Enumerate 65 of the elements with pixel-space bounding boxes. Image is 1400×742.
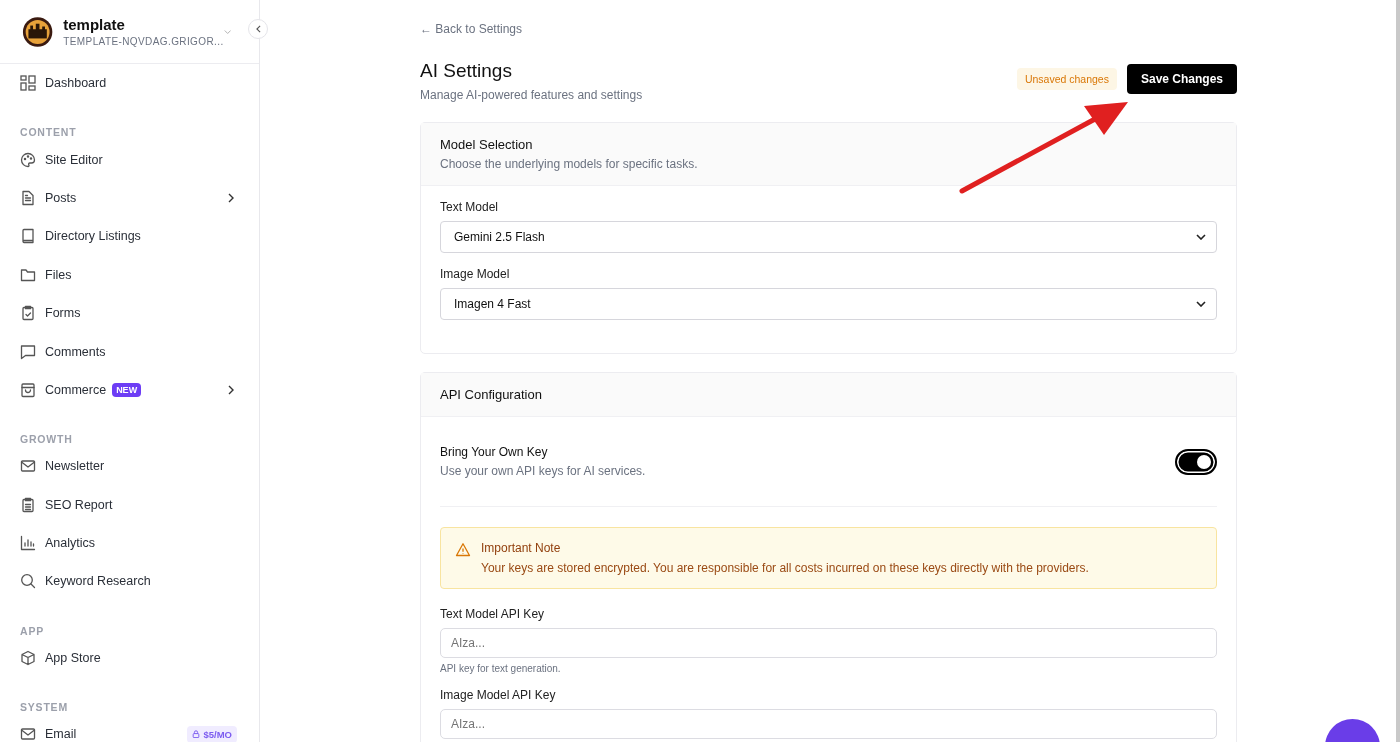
back-link[interactable]: ← Back to Settings: [420, 22, 1237, 36]
nav-item[interactable]: App Store: [20, 638, 237, 678]
nav-item[interactable]: SEO Report: [20, 485, 237, 524]
note-text: Your keys are stored encrypted. You are responsible for all costs incurred on these keys directly with the providers.: [481, 561, 1089, 575]
page-subtitle: Manage AI-powered features and settings: [420, 88, 643, 102]
nav-item[interactable]: Files: [20, 255, 237, 294]
nav-item[interactable]: Site Editor: [20, 140, 237, 179]
search-icon: [20, 573, 36, 590]
section-heading: APP: [20, 623, 45, 639]
warning-icon: [455, 542, 471, 558]
nav-item[interactable]: Analytics: [20, 523, 237, 563]
card-title: Model Selection: [440, 137, 534, 152]
field-label: Text Model: [440, 200, 500, 214]
nav-item[interactable]: Comments: [20, 332, 237, 371]
note-title: Important Note: [481, 541, 562, 555]
bag-icon: [20, 381, 36, 398]
page-title: AI Settings: [420, 60, 513, 82]
card-title: API Configuration: [440, 387, 543, 402]
palette-icon: [20, 151, 36, 168]
field-label: Image Model: [440, 267, 511, 281]
workspace-name: template: [63, 16, 126, 33]
clipboard-list-icon: [20, 496, 36, 513]
clipboard-check-icon: [20, 305, 36, 322]
chevron-down-icon: [1196, 301, 1206, 307]
new-badge: NEW: [112, 382, 142, 397]
nav-item[interactable]: Newsletter: [20, 447, 237, 486]
nav-item[interactable]: Keyword Research: [20, 562, 237, 601]
folder-icon: [20, 266, 36, 283]
chevron-down-icon: [223, 28, 231, 35]
chevron-left-icon: [255, 25, 261, 33]
nav-item[interactable]: Dashboard: [20, 64, 237, 103]
setting-description: Use your own API keys for AI services.: [440, 464, 646, 478]
nav-item[interactable]: Commerce NEW: [20, 370, 237, 410]
field-help: API key for text generation.: [440, 663, 562, 674]
nav-item[interactable]: Posts: [20, 178, 237, 218]
scrollbar[interactable]: [1396, 0, 1400, 742]
save-button[interactable]: Save Changes: [1126, 64, 1237, 94]
logo-icon: [22, 14, 54, 49]
book-icon: [20, 228, 36, 245]
nav-item[interactable]: Email $5/MO: [20, 715, 237, 742]
nav-item[interactable]: Directory Listings: [20, 217, 237, 256]
nav-item[interactable]: Forms: [20, 293, 237, 333]
field-label: Text Model API Key: [440, 607, 546, 621]
price-badge: $5/MO: [187, 725, 237, 742]
box-icon: [20, 649, 36, 666]
chevron-down-icon: [1196, 234, 1206, 240]
section-heading: GROWTH: [20, 432, 74, 448]
unsaved-status: Unsaved changes: [1016, 68, 1117, 90]
card-subtitle: Choose the underlying models for specific tasks.: [440, 157, 699, 171]
field-label: Image Model API Key: [440, 688, 557, 702]
api-key-field[interactable]: AIza...: [440, 709, 1217, 739]
workspace-domain: TEMPLATE-NQVDAG.GRIGOR...: [63, 36, 224, 47]
mail-icon: [20, 458, 36, 475]
setting-label: Bring Your Own Key: [440, 445, 549, 459]
document-icon: [20, 189, 36, 206]
dashboard-icon: [20, 75, 36, 92]
toggle-switch[interactable]: [1175, 448, 1217, 475]
chat-icon: [20, 343, 36, 360]
model-select[interactable]: Gemini 2.5 Flash: [440, 221, 1217, 253]
bar-chart-icon: [20, 535, 36, 552]
section-heading: CONTENT: [20, 125, 78, 141]
api-key-field[interactable]: AIza...: [440, 628, 1217, 658]
section-heading: SYSTEM: [20, 700, 69, 716]
mail-icon: [20, 726, 36, 742]
model-select[interactable]: Imagen 4 Fast: [440, 288, 1217, 320]
